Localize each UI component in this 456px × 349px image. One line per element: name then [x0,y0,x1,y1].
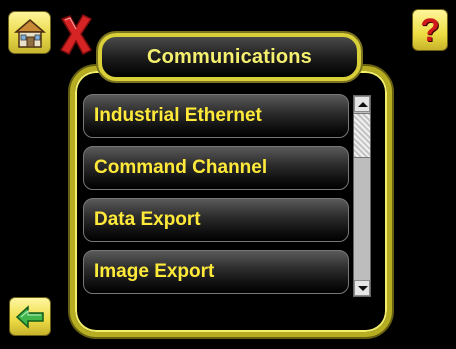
menu-item-data-export[interactable]: Data Export [83,198,349,242]
page-title-label: Communications [146,45,313,68]
menu-item-label: Command Channel [94,157,268,178]
back-button[interactable] [9,297,51,336]
menu-item-label: Data Export [94,209,201,230]
menu-item-command-channel[interactable]: Command Channel [83,146,349,190]
menu-item-label: Industrial Ethernet [94,105,262,126]
close-icon [59,14,93,55]
page-title: Communications [98,33,361,81]
scroll-down-button[interactable] [354,280,370,296]
menu-item-label: Image Export [94,261,215,282]
arrow-up-icon [358,102,368,107]
arrow-down-icon [358,286,368,291]
home-button[interactable] [8,11,51,54]
menu-list: Industrial Ethernet Command Channel Data… [83,94,349,298]
scrollbar[interactable] [353,95,371,297]
menu-item-image-export[interactable]: Image Export [83,250,349,294]
cancel-button[interactable] [56,11,96,57]
menu-item-industrial-ethernet[interactable]: Industrial Ethernet [83,94,349,138]
help-button[interactable]: ? [412,9,448,51]
help-icon: ? [420,12,440,48]
home-icon [13,19,47,48]
scroll-up-button[interactable] [354,96,370,112]
back-arrow-icon [15,305,44,329]
scroll-thumb[interactable] [354,113,370,158]
